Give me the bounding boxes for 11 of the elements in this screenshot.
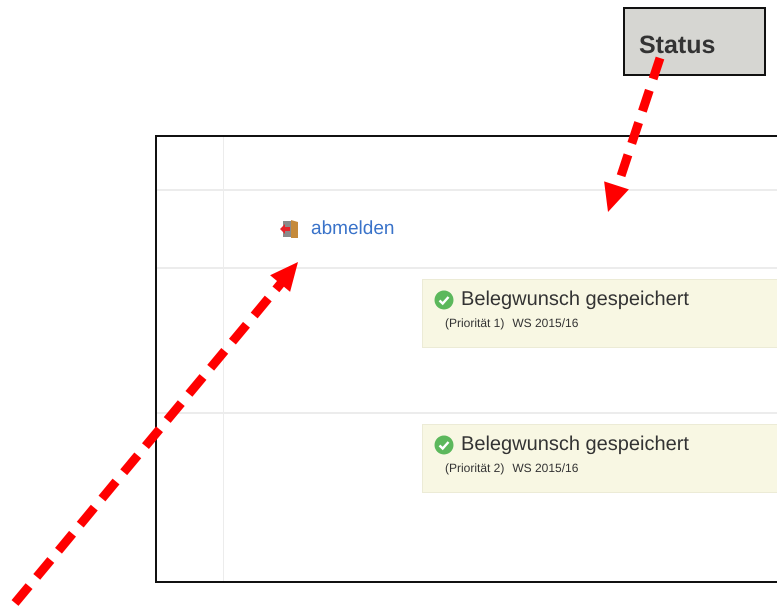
check-icon: [434, 290, 454, 310]
status-title: Belegwunsch gespeichert: [461, 433, 689, 456]
semester-label: WS 2015/16: [512, 316, 578, 330]
priority-label: (Priorität 1): [445, 316, 504, 330]
priority-label: (Priorität 2): [445, 461, 504, 475]
check-icon: [434, 434, 454, 454]
column-header-callout: Status: [623, 7, 766, 76]
door-exit-icon: [279, 219, 301, 239]
semester-label: WS 2015/16: [512, 461, 578, 475]
status-title: Belegwunsch gespeichert: [461, 288, 689, 311]
unsubscribe-link[interactable]: abmelden: [311, 218, 394, 240]
